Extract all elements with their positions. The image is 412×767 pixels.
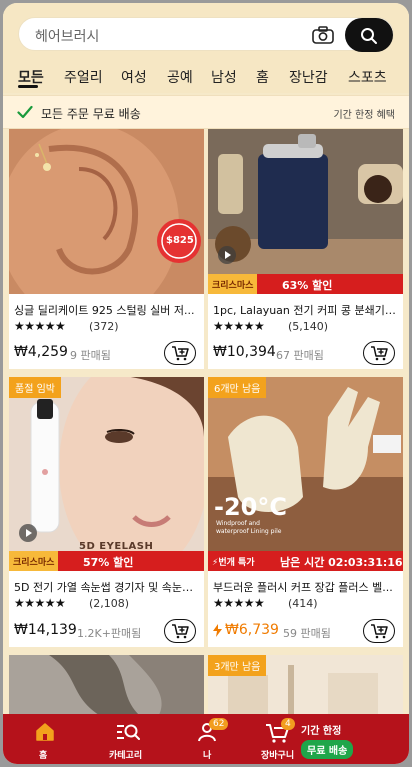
promo-tag: 크리스마스: [208, 274, 258, 294]
product-title[interactable]: 1pc, Lalayuan 전기 커피 콩 분쇄기, ...: [213, 302, 398, 318]
sold-count: 67 판매됨: [276, 349, 324, 362]
add-to-cart-button[interactable]: [164, 341, 196, 365]
product-image[interactable]: [208, 129, 403, 294]
low-stock-badge: 품절 임박: [9, 377, 61, 398]
cart-plus-icon: [371, 624, 388, 639]
check-icon: [17, 105, 33, 119]
product-price: ₩6,739: [225, 622, 279, 638]
rating-stars: ★★★★★: [213, 596, 265, 610]
search-icon: [361, 28, 377, 44]
rating-stars: ★★★★★: [213, 319, 265, 333]
promo-banner: 크리스마스 57% 할인: [9, 551, 204, 571]
product-card[interactable]: 6개만 남음 -20°C Windproof and waterproof Li…: [208, 377, 403, 647]
image-subcaption: Windproof and waterproof Lining pile: [216, 520, 282, 535]
nav-cart-label: 장바구니: [261, 751, 295, 761]
tab-crafts[interactable]: 공예: [167, 67, 193, 87]
search-input[interactable]: 헤어브러시: [35, 26, 99, 46]
category-search-icon: [117, 724, 140, 740]
sold-count: 9 판매됨: [70, 349, 111, 362]
free-shipping-banner[interactable]: 모든 주문 무료 배송 기간 한정 혜택: [3, 95, 409, 129]
countdown-text: 남은 시간 02:03:31:16: [280, 556, 403, 569]
add-to-cart-button[interactable]: [164, 619, 196, 643]
tab-men[interactable]: 남성: [211, 67, 237, 87]
discount-text: 57% 할인: [83, 556, 134, 569]
nav-cart[interactable]: 4 장바구니: [259, 714, 303, 764]
nav-me-label: 나: [203, 751, 212, 761]
product-title[interactable]: 싱글 딜리케이트 925 스털링 실버 저...: [14, 302, 199, 318]
sold-count: 1.2K+판매됨: [77, 627, 142, 640]
temperature-caption: -20°C: [214, 493, 287, 521]
review-count: (2,108): [89, 597, 130, 610]
active-tab-indicator: [18, 85, 38, 88]
cart-plus-icon: [172, 624, 189, 639]
limited-time-label: 기간 한정: [301, 726, 342, 737]
rating-stars: ★★★★★: [14, 596, 66, 610]
cart-plus-icon: [172, 346, 189, 361]
app-frame: 헤어브러시 모든 주얼리 여성 공예 남성 홈 장난감 스포츠 모든 주문 무료…: [3, 3, 409, 764]
free-shipping-pill[interactable]: 무료 배송: [301, 740, 354, 759]
camera-icon[interactable]: [312, 26, 334, 44]
price-sticker: $825: [166, 235, 194, 246]
product-image[interactable]: [208, 377, 403, 569]
product-image[interactable]: [9, 129, 204, 294]
product-title[interactable]: 부드러운 플러시 커프 장갑 플러스 벨...: [213, 579, 398, 595]
limited-benefit-text: 기간 한정 혜택: [333, 110, 395, 121]
header: 헤어브러시 모든 주얼리 여성 공예 남성 홈 장난감 스포츠: [3, 3, 409, 93]
review-count: (372): [89, 320, 119, 333]
discount-text: 63% 할인: [282, 279, 333, 292]
flash-deal-banner: ⚡번개 특가 남은 시간 02:03:31:16: [208, 551, 403, 571]
nav-categories-label: 카테고리: [109, 751, 143, 761]
product-image[interactable]: [9, 655, 204, 715]
shipping-text: 모든 주문 무료 배송: [41, 107, 141, 121]
product-price: ₩10,394: [213, 344, 276, 360]
tab-home[interactable]: 홈: [256, 67, 269, 87]
home-icon: [36, 723, 54, 741]
product-card[interactable]: 품절 임박 5D EYELASH CURLER 크리스마스 57% 할인 5D …: [9, 377, 204, 647]
tab-all[interactable]: 모든: [18, 67, 44, 87]
category-tabs: 모든 주얼리 여성 공예 남성 홈 장난감 스포츠: [3, 61, 409, 91]
low-stock-badge: 6개만 남음: [208, 377, 267, 398]
nav-home-label: 홈: [39, 751, 48, 761]
product-card[interactable]: [9, 655, 204, 715]
product-card[interactable]: 크리스마스 63% 할인 1pc, Lalayuan 전기 커피 콩 분쇄기, …: [208, 129, 403, 369]
nav-me[interactable]: 62 나: [187, 714, 229, 764]
tab-women[interactable]: 여성: [121, 67, 147, 87]
bottom-nav: 홈 카테고리 62 나 4 장바구니 기간 한정 무료 배송: [3, 714, 409, 764]
promo-banner: 크리스마스 63% 할인: [208, 274, 403, 294]
add-to-cart-button[interactable]: [363, 619, 395, 643]
low-stock-badge: 3개만 남음: [208, 655, 267, 676]
nav-categories[interactable]: 카테고리: [103, 714, 153, 764]
lightning-icon: [213, 624, 222, 637]
flash-deal-tag: ⚡번개 특가: [208, 551, 259, 571]
product-price: ₩4,259: [14, 344, 68, 360]
search-button[interactable]: [345, 18, 393, 52]
cart-badge: 4: [281, 718, 295, 730]
tab-toys[interactable]: 장난감: [289, 67, 328, 87]
me-badge: 62: [209, 718, 229, 730]
tab-sports[interactable]: 스포츠: [348, 67, 387, 87]
product-price: ₩14,139: [14, 622, 77, 638]
nav-home[interactable]: 홈: [25, 714, 65, 764]
tab-jewelry[interactable]: 주얼리: [64, 67, 103, 87]
add-to-cart-button[interactable]: [363, 341, 395, 365]
promo-tag: 크리스마스: [9, 551, 59, 571]
sold-count: 59 판매됨: [283, 627, 331, 640]
product-card[interactable]: $825 싱글 딜리케이트 925 스털링 실버 저... ★★★★★ (372…: [9, 129, 204, 369]
review-count: (414): [288, 597, 318, 610]
product-title[interactable]: 5D 전기 가열 속눈썹 경기자 및 속눈썹...: [14, 579, 199, 595]
video-play-icon[interactable]: [19, 524, 37, 542]
search-bar[interactable]: 헤어브러시: [18, 17, 394, 52]
product-card[interactable]: 3개만 남음: [208, 655, 403, 715]
cart-plus-icon: [371, 346, 388, 361]
video-play-icon[interactable]: [218, 246, 236, 264]
review-count: (5,140): [288, 320, 329, 333]
rating-stars: ★★★★★: [14, 319, 66, 333]
